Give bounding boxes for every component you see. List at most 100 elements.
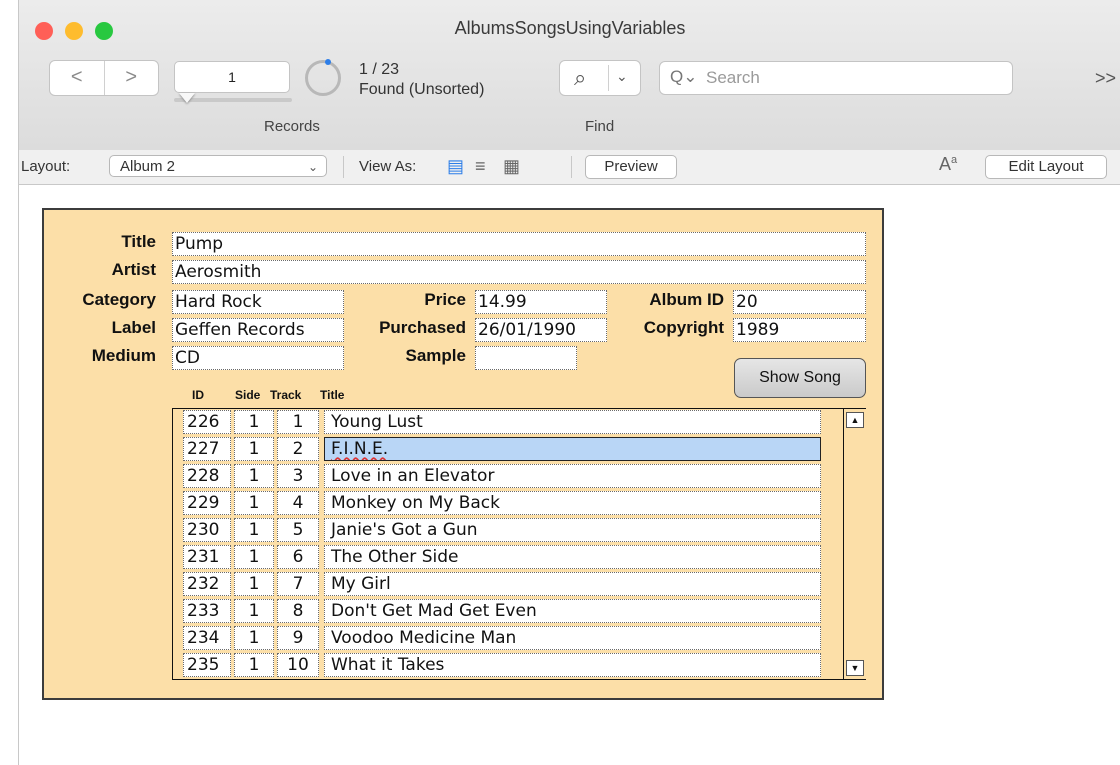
- song-track-cell[interactable]: 1: [277, 410, 319, 434]
- song-track-cell[interactable]: 8: [277, 599, 319, 623]
- song-side-cell-text: 1: [248, 493, 260, 513]
- records-pie-icon: [305, 60, 341, 96]
- find-menu-chevron-down-icon[interactable]: ⌄: [616, 68, 628, 85]
- table-row[interactable]: 235 1 10 What it Takes: [173, 652, 821, 679]
- label-field[interactable]: Geffen Records: [172, 318, 344, 342]
- song-side-cell-text: 1: [248, 574, 260, 594]
- scroll-down-arrow-icon[interactable]: ▼: [846, 660, 864, 676]
- divider: [343, 156, 344, 178]
- layout-select[interactable]: Album 2 ⌄: [109, 155, 327, 177]
- song-title-cell[interactable]: Don't Get Mad Get Even: [324, 599, 821, 623]
- song-title-cell[interactable]: The Other Side: [324, 545, 821, 569]
- song-id-cell-text: 229: [187, 493, 220, 513]
- song-id-cell[interactable]: 228: [183, 464, 231, 488]
- record-count: 1 / 23: [359, 61, 400, 78]
- song-side-cell[interactable]: 1: [234, 572, 274, 596]
- song-id-cell[interactable]: 226: [183, 410, 231, 434]
- table-row[interactable]: 231 1 6 The Other Side: [173, 544, 821, 571]
- previous-record-button[interactable]: <: [50, 61, 105, 95]
- song-title-cell[interactable]: What it Takes: [324, 653, 821, 677]
- title-field[interactable]: Pump: [172, 232, 866, 256]
- medium-field[interactable]: CD: [172, 346, 344, 370]
- song-id-cell[interactable]: 231: [183, 545, 231, 569]
- song-track-cell[interactable]: 3: [277, 464, 319, 488]
- song-id-cell-text: 231: [187, 547, 220, 567]
- table-row[interactable]: 228 1 3 Love in an Elevator: [173, 463, 821, 490]
- song-title-cell[interactable]: Janie's Got a Gun: [324, 518, 821, 542]
- song-title-cell[interactable]: Love in an Elevator: [324, 464, 821, 488]
- song-track-cell[interactable]: 9: [277, 626, 319, 650]
- table-row[interactable]: 234 1 9 Voodoo Medicine Man: [173, 625, 821, 652]
- song-id-cell[interactable]: 227: [183, 437, 231, 461]
- portal-scrollbar[interactable]: ▲ ▼: [843, 409, 866, 679]
- song-side-cell[interactable]: 1: [234, 491, 274, 515]
- song-title-cell[interactable]: Monkey on My Back: [324, 491, 821, 515]
- song-side-cell[interactable]: 1: [234, 653, 274, 677]
- song-side-cell[interactable]: 1: [234, 518, 274, 542]
- song-title-cell[interactable]: F.I.N.E.: [324, 437, 821, 461]
- song-side-cell[interactable]: 1: [234, 599, 274, 623]
- song-side-cell[interactable]: 1: [234, 545, 274, 569]
- find-button[interactable]: ⌕ ⌄: [559, 60, 641, 96]
- song-id-cell[interactable]: 232: [183, 572, 231, 596]
- song-track-cell[interactable]: 4: [277, 491, 319, 515]
- table-row[interactable]: 232 1 7 My Girl: [173, 571, 821, 598]
- song-track-cell[interactable]: 2: [277, 437, 319, 461]
- song-title-cell[interactable]: Voodoo Medicine Man: [324, 626, 821, 650]
- search-icon: Q⌄: [670, 67, 698, 86]
- song-id-cell[interactable]: 234: [183, 626, 231, 650]
- song-track-cell-text: 8: [292, 601, 304, 621]
- next-record-button[interactable]: >: [105, 61, 159, 95]
- text-format-icon[interactable]: Aa: [939, 154, 957, 175]
- find-magnifier-icon: ⌕: [574, 65, 587, 90]
- layout-label: Layout:: [21, 158, 71, 175]
- price-label: Price: [424, 290, 466, 309]
- purchased-label: Purchased: [379, 318, 466, 337]
- search-box[interactable]: Q⌄: [659, 61, 1013, 95]
- song-side-cell[interactable]: 1: [234, 626, 274, 650]
- purchased-field[interactable]: 26/01/1990: [475, 318, 607, 342]
- song-track-cell[interactable]: 10: [277, 653, 319, 677]
- preview-button[interactable]: Preview: [585, 155, 677, 179]
- scroll-up-arrow-icon[interactable]: ▲: [846, 412, 864, 428]
- song-id-cell[interactable]: 229: [183, 491, 231, 515]
- song-title-cell-text: F.I.N.E.: [331, 439, 389, 459]
- title-label: Title: [121, 232, 156, 251]
- search-input[interactable]: [704, 64, 1008, 92]
- form-view-icon[interactable]: ▤: [447, 156, 464, 177]
- song-id-cell-text: 228: [187, 466, 220, 486]
- record-slider-knob[interactable]: [179, 93, 195, 103]
- sample-field[interactable]: [475, 346, 577, 370]
- song-side-cell[interactable]: 1: [234, 410, 274, 434]
- view-as-label: View As:: [359, 158, 417, 175]
- song-title-cell-text: Love in an Elevator: [331, 466, 495, 486]
- table-view-icon[interactable]: ▦: [503, 156, 520, 177]
- song-track-cell[interactable]: 6: [277, 545, 319, 569]
- song-side-cell[interactable]: 1: [234, 464, 274, 488]
- table-row[interactable]: 229 1 4 Monkey on My Back: [173, 490, 821, 517]
- song-title-cell[interactable]: My Girl: [324, 572, 821, 596]
- song-side-cell[interactable]: 1: [234, 437, 274, 461]
- table-row[interactable]: 226 1 1 Young Lust: [173, 409, 821, 436]
- show-song-button[interactable]: Show Song: [734, 358, 866, 398]
- album-id-field[interactable]: 20: [733, 290, 866, 314]
- table-row[interactable]: 227 1 2 F.I.N.E.: [173, 436, 821, 463]
- list-view-icon[interactable]: ≡: [475, 156, 486, 177]
- record-number-field[interactable]: 1: [174, 61, 290, 93]
- song-track-cell[interactable]: 7: [277, 572, 319, 596]
- artist-field[interactable]: Aerosmith: [172, 260, 866, 284]
- song-id-cell[interactable]: 230: [183, 518, 231, 542]
- toolbar-overflow-icon[interactable]: >>: [1095, 68, 1116, 89]
- edit-layout-button[interactable]: Edit Layout: [985, 155, 1107, 179]
- table-row[interactable]: 230 1 5 Janie's Got a Gun: [173, 517, 821, 544]
- song-title-cell[interactable]: Young Lust: [324, 410, 821, 434]
- song-track-cell-text: 1: [292, 412, 304, 432]
- copyright-field[interactable]: 1989: [733, 318, 866, 342]
- record-count-info: 1 / 23 Found (Unsorted): [359, 60, 484, 100]
- table-row[interactable]: 233 1 8 Don't Get Mad Get Even: [173, 598, 821, 625]
- category-field[interactable]: Hard Rock: [172, 290, 344, 314]
- song-track-cell[interactable]: 5: [277, 518, 319, 542]
- price-field[interactable]: 14.99: [475, 290, 607, 314]
- song-id-cell[interactable]: 235: [183, 653, 231, 677]
- song-id-cell[interactable]: 233: [183, 599, 231, 623]
